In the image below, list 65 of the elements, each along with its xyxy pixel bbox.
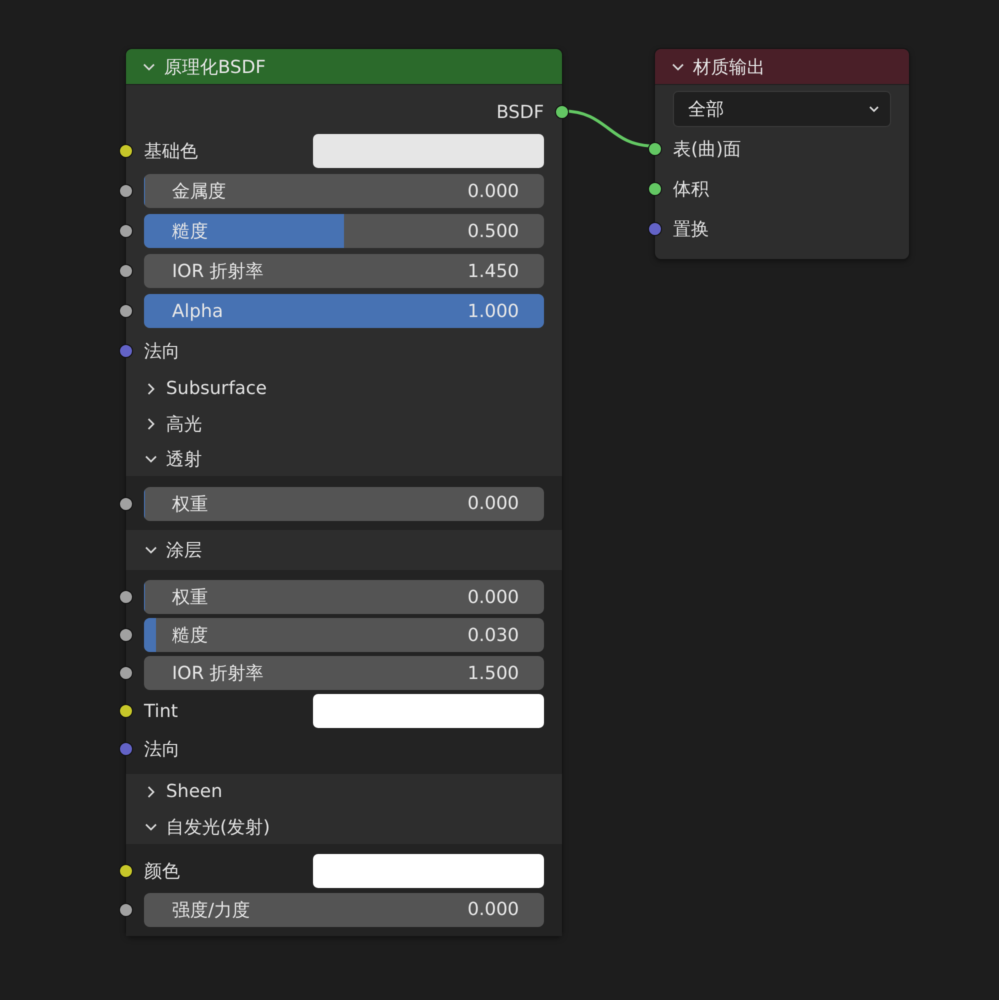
socket-label: 体积 <box>673 178 709 201</box>
slider-value: 0.030 <box>467 624 519 646</box>
socket-label: 表(曲)面 <box>673 138 742 161</box>
socket[interactable] <box>119 496 133 510</box>
number-field[interactable]: IOR 折射率 1.450 <box>144 254 544 288</box>
panel-toggle[interactable]: 透射 <box>126 441 562 476</box>
slider-label: 权重 <box>172 586 208 609</box>
number-field[interactable]: IOR 折射率 1.500 <box>144 656 544 690</box>
number-field[interactable]: 强度/力度 0.000 <box>144 892 544 926</box>
socket[interactable] <box>648 182 662 196</box>
socket[interactable] <box>119 264 133 278</box>
slider-value: 0.000 <box>467 586 519 608</box>
socket[interactable] <box>119 628 133 642</box>
node-header[interactable]: 材质输出 <box>655 49 909 85</box>
field-value: 1.450 <box>467 260 519 282</box>
slider-value: 0.500 <box>467 220 519 242</box>
socket[interactable] <box>119 184 133 198</box>
slider-value: 0.000 <box>467 493 519 514</box>
field-value: 1.500 <box>467 662 519 684</box>
socket-label: 法向 <box>144 340 180 363</box>
color-swatch[interactable] <box>313 134 544 168</box>
socket[interactable] <box>119 224 133 238</box>
field-label: IOR 折射率 <box>172 260 264 283</box>
value-slider[interactable]: 糙度 0.030 <box>144 618 544 652</box>
panel-toggle[interactable]: Sheen <box>126 774 562 809</box>
slider-label: Alpha <box>172 300 224 322</box>
panel-toggle[interactable]: 涂层 <box>126 530 562 570</box>
slider-label: 糙度 <box>172 624 208 647</box>
field-label: 强度/力度 <box>172 898 250 922</box>
slider-label: 糙度 <box>172 220 208 243</box>
slider-value: 0.000 <box>467 180 519 202</box>
socket[interactable] <box>119 144 133 158</box>
node-title: 材质输出 <box>693 56 765 78</box>
color-swatch[interactable] <box>313 694 544 728</box>
socket[interactable] <box>119 666 133 680</box>
socket[interactable] <box>119 704 133 718</box>
value-slider[interactable]: 糙度 0.500 <box>144 214 544 248</box>
dropdown[interactable]: 全部 <box>673 91 891 127</box>
socket-label: BSDF <box>496 102 544 122</box>
socket-label: 基础色 <box>144 140 198 163</box>
node-title: 原理化BSDF <box>164 56 266 78</box>
field-label: IOR 折射率 <box>172 662 264 685</box>
socket[interactable] <box>119 864 133 878</box>
slider-label: 金属度 <box>172 180 226 203</box>
color-swatch[interactable] <box>313 854 544 888</box>
value-slider[interactable]: 金属度 0.000 <box>144 174 544 208</box>
slider-label: 权重 <box>172 492 208 516</box>
socket[interactable] <box>119 902 133 916</box>
value-slider[interactable]: 权重 0.000 <box>144 486 544 520</box>
socket-label: 颜色 <box>144 860 180 883</box>
panel-toggle[interactable]: 自发光(发射) <box>126 809 562 844</box>
node-header[interactable]: 原理化BSDF <box>126 49 562 85</box>
socket[interactable] <box>555 105 569 119</box>
socket[interactable] <box>119 304 133 318</box>
slider-value: 1.000 <box>467 300 519 322</box>
socket-label: 法向 <box>144 738 180 761</box>
socket-label: 置换 <box>673 218 709 241</box>
socket[interactable] <box>119 590 133 604</box>
panel-toggle[interactable]: Subsurface <box>126 371 562 406</box>
panel-toggle[interactable]: 高光 <box>126 406 562 441</box>
value-slider[interactable]: Alpha 1.000 <box>144 294 544 328</box>
field-value: 0.000 <box>467 899 519 920</box>
value-slider[interactable]: 权重 0.000 <box>144 580 544 614</box>
socket[interactable] <box>648 142 662 156</box>
socket-label: Tint <box>144 700 178 722</box>
